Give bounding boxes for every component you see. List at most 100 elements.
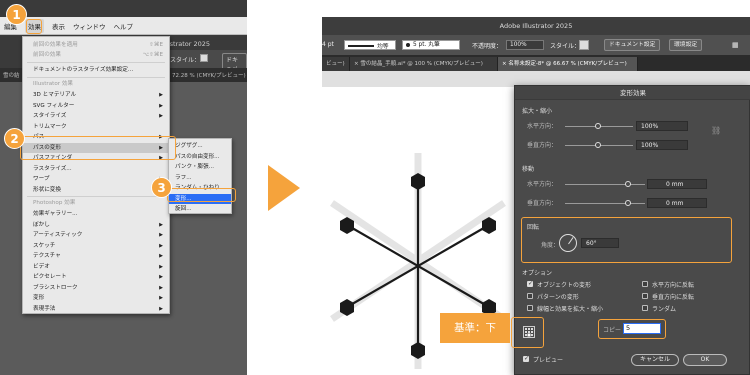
copies-input[interactable]: 5: [623, 323, 661, 334]
menu-separator: [27, 196, 165, 197]
menu-item-label: ぼかし: [33, 221, 50, 228]
step-badge-3: 3: [151, 177, 172, 198]
cancel-button[interactable]: キャンセル: [631, 354, 679, 366]
stroke-style-label: 均等: [377, 44, 389, 50]
stroke-style-select[interactable]: 均等: [344, 40, 396, 50]
doc-tab[interactable]: ビュー): [322, 57, 350, 71]
menu-item-label: テクスチャ: [33, 253, 61, 259]
doc-tab-left[interactable]: 雪の結: [3, 71, 20, 79]
submenu-arrow-icon: ▶: [159, 284, 163, 291]
submenu-arrow-icon: ▶: [159, 232, 163, 238]
flip-vertical-checkbox[interactable]: [642, 293, 648, 299]
vertical-move-input[interactable]: 0 mm: [647, 198, 707, 208]
doc-tab-active[interactable]: × 名称未設定-8* @ 66.67 % (CMYK/プレビュー): [498, 57, 638, 71]
left-screenshot: 編集 効果 表示 ウィンドウ ヘルプ Illustrator 2025 スタイル…: [0, 0, 247, 375]
menu-item-distort[interactable]: 変形 ▶: [23, 293, 169, 304]
style-label: スタイル：: [550, 43, 581, 50]
reference-point-locator-icon[interactable]: [523, 326, 535, 338]
control-bar: スタイル： ドキュメ: [160, 50, 247, 75]
horizontal-scale-input[interactable]: 100%: [636, 121, 688, 131]
submenu-arrow-icon: ▶: [159, 242, 163, 249]
transform-objects-checkbox[interactable]: [527, 280, 533, 287]
menu-item-pixelate[interactable]: ピクセレート ▶: [23, 272, 169, 283]
horizontal-move-input[interactable]: 0 mm: [647, 179, 707, 189]
app-title-bar: Adobe Illustrator 2025: [322, 17, 750, 35]
rotate-header: 回転: [527, 224, 540, 231]
flip-horizontal-checkbox[interactable]: [642, 281, 648, 287]
menu-item-video[interactable]: ビデオ ▶: [23, 262, 169, 273]
menu-item-convert-shape[interactable]: 形状に変換▶: [23, 185, 169, 196]
submenu-arrow-icon: ▶: [159, 305, 163, 312]
horizontal-scale-knob[interactable]: [595, 123, 601, 129]
menu-item-label: ピクセレート: [33, 274, 67, 280]
angle-input[interactable]: 60°: [581, 238, 619, 248]
menu-item-artistic[interactable]: アーティスティック ▶: [23, 230, 169, 241]
doc-tab-label: 名称未設定-8* @ 66.67 % (CMYK/プレビュー): [508, 61, 627, 67]
document-tab-bar: ビュー) × 雪の結晶_手順.ai* @ 100 % (CMYK/プレビュー) …: [322, 55, 750, 71]
menu-view[interactable]: 表示: [52, 21, 65, 31]
menu-help[interactable]: ヘルプ: [114, 21, 134, 31]
menu-item-texture[interactable]: テクスチャ ▶: [23, 251, 169, 262]
document-setup-button[interactable]: ドキュメント設定: [604, 39, 661, 51]
menu-item-blur[interactable]: ぼかし ▶: [23, 220, 169, 231]
menu-item-brush-strokes[interactable]: ブラシストローク ▶: [23, 283, 169, 294]
flip-horizontal-label: 水平方向に反転: [652, 282, 695, 289]
menu-window[interactable]: ウィンドウ: [73, 21, 106, 31]
brush-dot-icon: [406, 43, 410, 47]
constrain-link-icon[interactable]: ⛓: [711, 126, 721, 135]
menu-item-rasterize[interactable]: ラスタライズ...: [23, 164, 169, 175]
menu-item-gallery[interactable]: 効果ギャラリー...: [23, 209, 169, 220]
doc-tab[interactable]: × 雪の結晶_手順.ai* @ 100 % (CMYK/プレビュー): [350, 57, 498, 71]
preview-label: プレビュー: [533, 357, 564, 364]
menu-item-svg-filter[interactable]: SVG フィルター ▶: [23, 101, 169, 112]
arrange-icon[interactable]: ▦: [732, 41, 739, 49]
style-swatch[interactable]: [200, 54, 208, 62]
menu-item-warp[interactable]: ワープ▶: [23, 174, 169, 185]
vertical-scale-knob[interactable]: [595, 142, 601, 148]
shortcut-label: ⌥⇧⌘E: [142, 52, 163, 58]
vertical-move-value: 0 mm: [666, 200, 684, 207]
menu-item-label: 形状に変換: [33, 186, 61, 193]
vertical-move-knob[interactable]: [625, 200, 631, 206]
menu-item-stylize[interactable]: スタイライズ ▶: [23, 111, 169, 122]
submenu-item-free-distort[interactable]: パスの自由変形...: [169, 152, 231, 163]
menu-item-raster-settings[interactable]: ドキュメントのラスタライズ効果設定...: [23, 65, 169, 76]
menu-item-label: 3D とマテリアル: [33, 92, 77, 98]
menu-item-3d[interactable]: 3D とマテリアル ▶: [23, 90, 169, 101]
stroke-line-icon: [348, 45, 374, 47]
stroke-width-value[interactable]: 4 pt: [322, 41, 334, 48]
style-swatch[interactable]: [579, 40, 589, 50]
menu-item-label: 前回の効果: [33, 52, 61, 58]
highlight-transform-item: [167, 188, 236, 202]
horizontal-move-slider[interactable]: [565, 184, 645, 185]
vertical-move-slider[interactable]: [565, 203, 645, 204]
scale-strokes-checkbox[interactable]: [527, 305, 533, 311]
submenu-item-roughen[interactable]: ラフ...: [169, 173, 231, 184]
menu-item-stylize-ps[interactable]: 表現手法 ▶: [23, 304, 169, 315]
illustrator-effects-header: Illustrator 効果: [33, 81, 74, 87]
menu-item-trim-marks[interactable]: トリムマーク: [23, 122, 169, 133]
submenu-item-pucker-bloat[interactable]: パンク・膨張...: [169, 162, 231, 173]
brush-select[interactable]: 5 pt. 丸筆: [402, 40, 460, 50]
opacity-label: 不透明度：: [472, 43, 503, 50]
transform-patterns-checkbox[interactable]: [527, 293, 533, 299]
ok-button[interactable]: OK: [683, 354, 727, 366]
submenu-item-twist[interactable]: 旋回...: [169, 204, 231, 215]
menu-item-sketch[interactable]: スケッチ ▶: [23, 241, 169, 252]
random-checkbox[interactable]: [642, 305, 648, 311]
preview-checkbox[interactable]: [523, 355, 529, 362]
horizontal-move-knob[interactable]: [625, 181, 631, 187]
angle-dial[interactable]: [559, 234, 577, 252]
angle-label: 角度：: [541, 242, 560, 249]
opacity-input[interactable]: 100%: [506, 40, 544, 50]
transform-effect-dialog: 変形効果 拡大・縮小 水平方向： 100% 垂直方向： 100% ⛓ 移動 水平…: [511, 85, 750, 375]
vertical-scale-input[interactable]: 100%: [636, 140, 688, 150]
preferences-button[interactable]: 環境設定: [669, 39, 703, 51]
doc-tab-zoom[interactable]: 72.28 % (CMYK/プレビュー): [172, 71, 246, 79]
submenu-item-zigzag[interactable]: ジグザグ...: [169, 141, 231, 152]
menu-item-label: ワープ: [33, 176, 50, 182]
menu-item-last-effect: 前回の効果 ⌥⇧⌘E: [23, 50, 169, 61]
vertical-move-label: 垂直方向：: [527, 200, 558, 207]
menu-item-apply-last: 前回の効果を適用 ⇧⌘E: [23, 40, 169, 51]
brush-label: 5 pt. 丸筆: [413, 42, 440, 48]
